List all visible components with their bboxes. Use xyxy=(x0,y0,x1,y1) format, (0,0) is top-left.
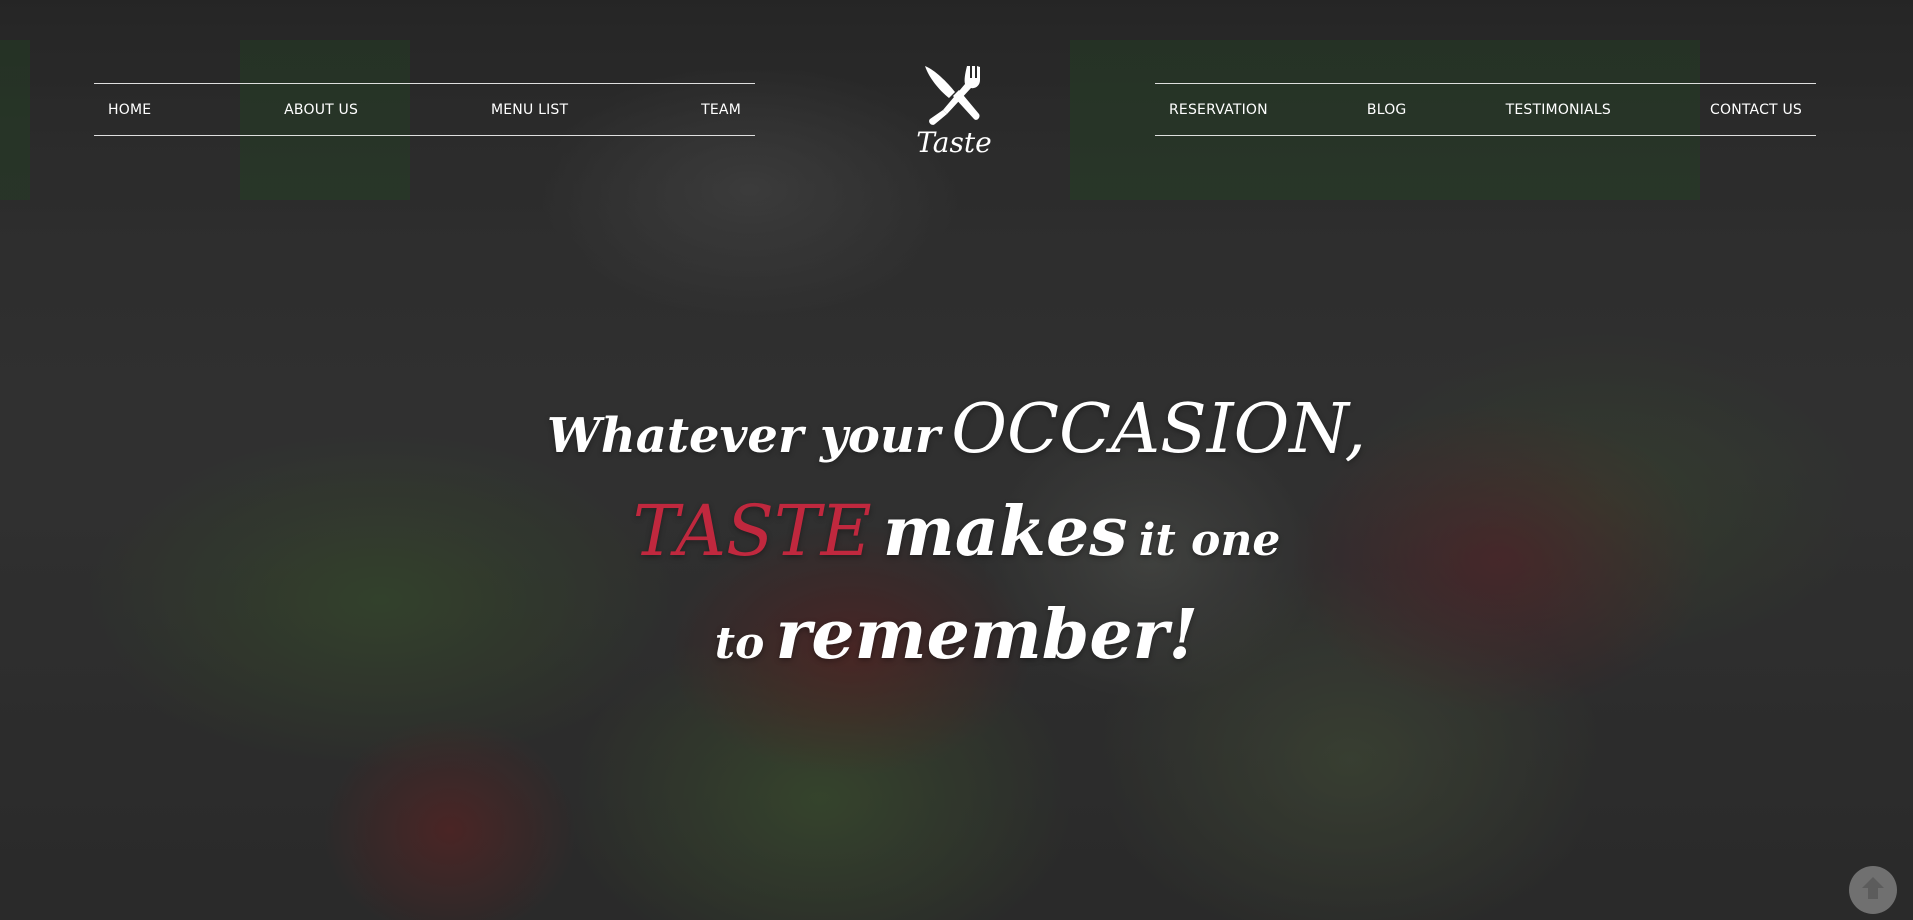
nav-item-blog[interactable]: BLOG xyxy=(1367,102,1407,118)
headline-text-it-one: it one xyxy=(1138,515,1281,566)
headline-text-whatever-your: Whatever your xyxy=(546,408,941,464)
arrow-up-icon xyxy=(1858,873,1888,908)
nav-item-testimonials[interactable]: TESTIMONIALS xyxy=(1506,102,1611,118)
headline-text-makes: makes xyxy=(882,492,1128,572)
nav-right: RESERVATION BLOG TESTIMONIALS CONTACT US xyxy=(1155,83,1816,136)
nav-item-team[interactable]: TEAM xyxy=(701,102,741,118)
nav-item-menu-list[interactable]: MENU LIST xyxy=(491,102,568,118)
nav-item-home[interactable]: HOME xyxy=(108,102,151,118)
headline-text-occasion: OCCASION, xyxy=(951,390,1367,469)
nav-item-about-us[interactable]: ABOUT US xyxy=(284,102,358,118)
headline-text-remember: remember! xyxy=(775,595,1199,675)
headline-line-3: to remember! xyxy=(0,595,1913,705)
nav-left: HOME ABOUT US MENU LIST TEAM xyxy=(94,83,755,136)
crossed-knife-fork-icon xyxy=(919,62,989,133)
hero-headline: Whatever your OCCASION, TASTE makes it o… xyxy=(0,390,1913,705)
headline-line-1: Whatever your OCCASION, xyxy=(0,390,1913,490)
headline-line-2: TASTE makes it one xyxy=(0,490,1913,595)
headline-text-to: to xyxy=(714,618,765,669)
headline-brand-taste: TASTE xyxy=(632,490,872,572)
logo-text: Taste xyxy=(916,126,992,159)
nav-item-reservation[interactable]: RESERVATION xyxy=(1169,102,1268,118)
nav-item-contact-us[interactable]: CONTACT US xyxy=(1710,102,1802,118)
back-to-top-button[interactable] xyxy=(1849,866,1897,914)
site-logo[interactable]: Taste xyxy=(906,62,1002,162)
